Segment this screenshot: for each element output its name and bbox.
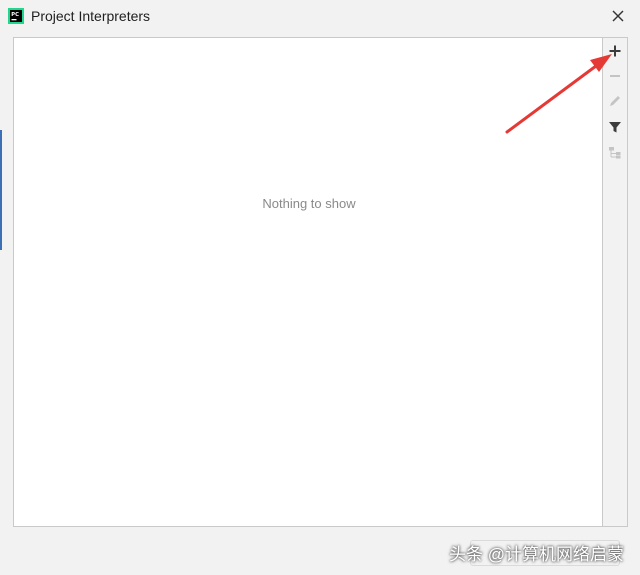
- pycharm-app-icon: PC: [8, 8, 24, 24]
- svg-text:PC: PC: [11, 12, 19, 18]
- empty-list-message: Nothing to show: [262, 196, 356, 211]
- remove-icon[interactable]: [607, 68, 623, 84]
- edit-icon[interactable]: [607, 93, 623, 109]
- close-icon[interactable]: [608, 6, 628, 26]
- background-window-edge: [0, 130, 2, 250]
- dialog-title: Project Interpreters: [31, 8, 151, 24]
- title-bar: PC Project Interpreters: [0, 0, 640, 32]
- project-interpreters-dialog: PC Project Interpreters Nothing to show: [0, 0, 640, 575]
- add-icon[interactable]: [607, 43, 623, 59]
- filter-icon[interactable]: [607, 119, 623, 135]
- show-paths-icon[interactable]: [607, 145, 623, 161]
- list-toolbar: [603, 37, 628, 527]
- watermark-text: 头条 @计算机网络启蒙: [449, 545, 624, 564]
- interpreter-list[interactable]: Nothing to show: [13, 37, 603, 527]
